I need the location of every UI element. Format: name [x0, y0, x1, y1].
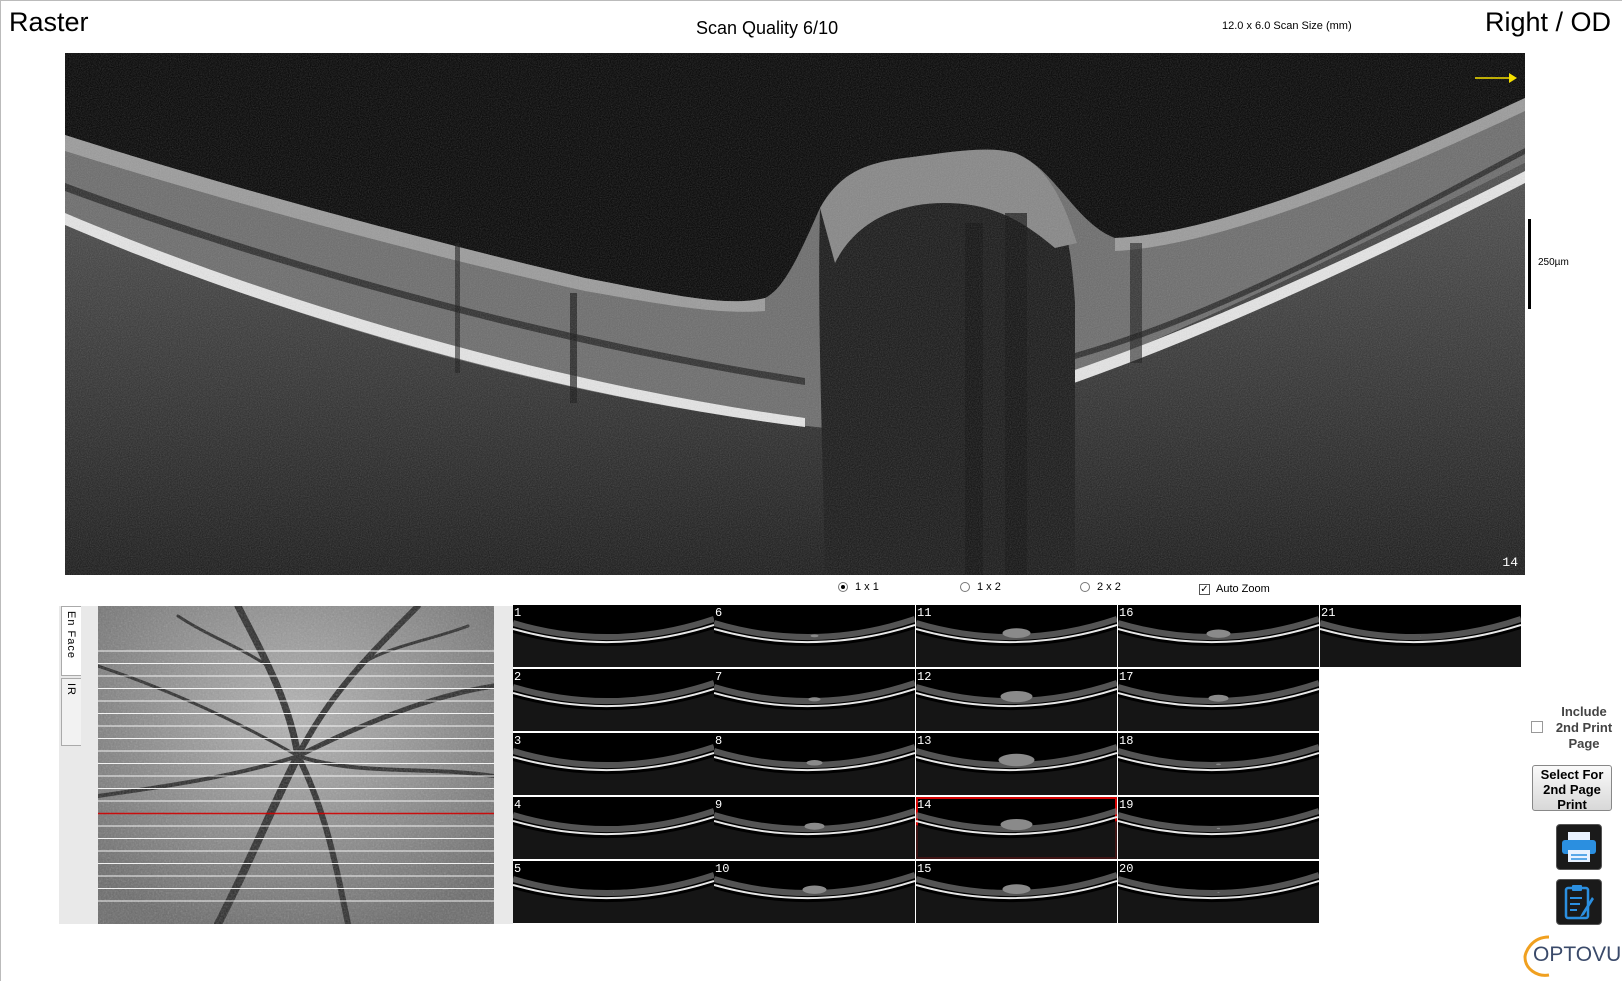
direction-arrow-icon	[1475, 73, 1517, 83]
thumbnail-number: 12	[917, 670, 932, 684]
include-2nd-page-checkbox[interactable]	[1531, 721, 1543, 733]
thumbnail-number: 19	[1119, 798, 1134, 812]
scan-thumbnail[interactable]: 19	[1118, 797, 1319, 859]
scan-thumbnail[interactable]: 5	[513, 861, 714, 923]
thumbnail-number: 15	[917, 862, 932, 876]
thumbnail-number: 16	[1119, 606, 1134, 620]
scan-thumbnail[interactable]: 7	[714, 669, 915, 731]
main-bscan-image[interactable]: 14	[65, 53, 1525, 575]
scan-thumbnail[interactable]: 18	[1118, 733, 1319, 795]
print-button[interactable]	[1556, 824, 1602, 870]
thumbnail-number: 3	[514, 734, 522, 748]
layout-option-1x2[interactable]: 1 x 2	[960, 581, 1001, 593]
scan-thumbnail[interactable]: 15	[916, 861, 1117, 923]
layout-option-label: 1 x 1	[855, 581, 879, 593]
tab-label: En Face	[65, 611, 77, 659]
thumbnail-number: 5	[514, 862, 522, 876]
include-label-line: Page	[1568, 736, 1600, 751]
button-label-line: Select For	[1540, 767, 1604, 782]
include-label-line: Include	[1561, 704, 1607, 719]
scan-thumbnail[interactable]: 8	[714, 733, 915, 795]
thumbnail-number: 18	[1119, 734, 1134, 748]
scan-thumbnail[interactable]: 16	[1118, 605, 1319, 667]
scan-thumbnail[interactable]: 1	[513, 605, 714, 667]
scan-thumbnail[interactable]: 3	[513, 733, 714, 795]
thumbnail-number: 13	[917, 734, 932, 748]
report-button[interactable]	[1556, 879, 1602, 925]
scan-type-title: Raster	[9, 7, 89, 37]
layout-option-label: 2 x 2	[1097, 581, 1121, 593]
scan-thumbnail[interactable]: 9	[714, 797, 915, 859]
scan-thumbnail[interactable]: 21	[1320, 605, 1521, 667]
layout-option-1x1[interactable]: 1 x 1	[838, 581, 879, 593]
scale-bar-label: 250µm	[1538, 257, 1569, 268]
scan-thumbnail[interactable]: 12	[916, 669, 1117, 731]
thumbnail-number: 11	[917, 606, 932, 620]
tab-ir[interactable]: IR	[61, 678, 81, 746]
printer-icon	[1562, 832, 1596, 862]
tab-en-face[interactable]: En Face	[61, 606, 81, 676]
scan-thumbnail[interactable]: 11	[916, 605, 1117, 667]
radio-icon	[960, 582, 970, 592]
layout-option-label: 1 x 2	[977, 581, 1001, 593]
main-scan-number: 14	[1502, 555, 1518, 570]
scan-thumbnail[interactable]: 2	[513, 669, 714, 731]
thumbnail-number: 4	[514, 798, 522, 812]
thumbnail-number: 17	[1119, 670, 1134, 684]
scan-quality: Scan Quality 6/10	[696, 18, 839, 38]
button-label-line: 2nd Page	[1543, 782, 1601, 797]
layout-option-2x2[interactable]: 2 x 2	[1080, 581, 1121, 593]
scan-thumbnail[interactable]: 14	[916, 797, 1117, 859]
scale-bar	[1528, 219, 1531, 309]
tab-label: IR	[65, 683, 77, 696]
clipboard-edit-icon	[1564, 885, 1594, 920]
thumbnail-number: 6	[715, 606, 723, 620]
scan-thumbnail[interactable]: 4	[513, 797, 714, 859]
scan-thumbnail[interactable]: 20	[1118, 861, 1319, 923]
include-label-line: 2nd Print	[1555, 720, 1613, 735]
scan-thumbnail[interactable]: 10	[714, 861, 915, 923]
scan-thumbnail[interactable]: 13	[916, 733, 1117, 795]
scan-thumbnail[interactable]: 17	[1118, 669, 1319, 731]
app-window: Raster Scan Quality 6/10 12.0 x 6.0 Scan…	[0, 0, 1622, 981]
fundus-image[interactable]	[98, 606, 494, 924]
checkbox-checked-icon: ✓	[1199, 583, 1210, 595]
auto-zoom-checkbox[interactable]: ✓ Auto Zoom	[1199, 583, 1270, 595]
include-2nd-page-label: Include 2nd Print Page	[1544, 704, 1622, 752]
thumbnail-number: 20	[1119, 862, 1134, 876]
scan-thumbnail[interactable]: 6	[714, 605, 915, 667]
raster-scan-lines	[98, 650, 494, 902]
thumbnail-number: 21	[1321, 606, 1336, 620]
select-2nd-page-print-button[interactable]: Select For 2nd Page Print	[1532, 765, 1612, 812]
thumbnail-number: 14	[917, 798, 932, 812]
logo-text: OPTOVUE	[1533, 943, 1622, 966]
auto-zoom-label: Auto Zoom	[1216, 583, 1270, 595]
thumbnail-number: 1	[514, 606, 522, 620]
thumbnail-number: 2	[514, 670, 522, 684]
button-label-line: Print	[1557, 797, 1587, 812]
radio-selected-icon	[838, 582, 848, 592]
scan-size: 12.0 x 6.0 Scan Size (mm)	[1222, 20, 1352, 32]
thumbnail-number: 7	[715, 670, 723, 684]
thumbnail-number: 8	[715, 734, 723, 748]
radio-icon	[1080, 582, 1090, 592]
eye-label: Right / OD	[1485, 7, 1612, 37]
thumbnail-number: 9	[715, 798, 723, 812]
thumbnail-number: 10	[715, 862, 730, 876]
